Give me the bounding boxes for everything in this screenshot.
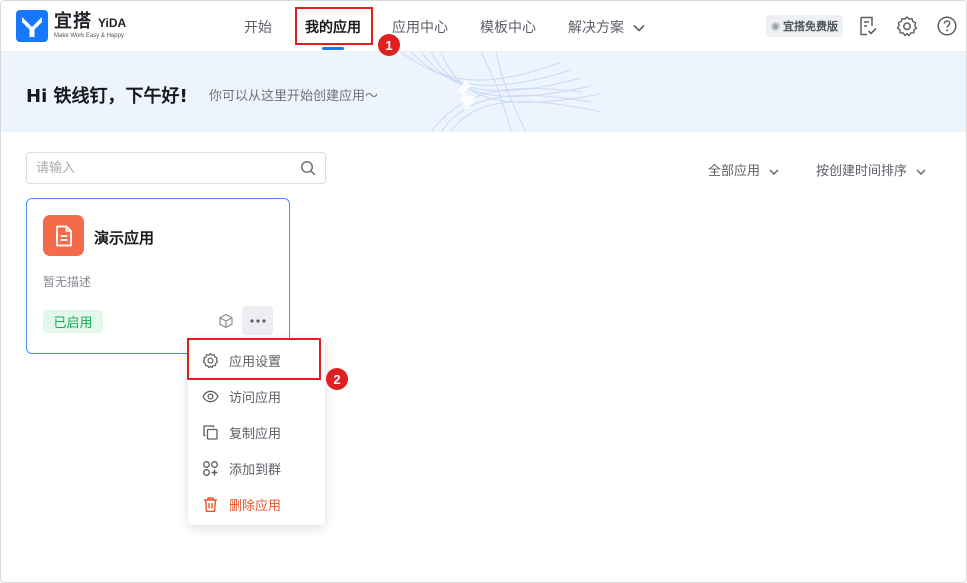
- annotation-badge-1: 1: [378, 34, 400, 56]
- document-icon: [55, 225, 72, 246]
- app-filter-dropdown[interactable]: 全部应用: [708, 160, 780, 179]
- nav-solutions-label: 解决方案: [568, 20, 624, 36]
- chevron-down-icon: [769, 169, 779, 175]
- badge-dot-icon: [771, 21, 780, 31]
- highlight-box-app-settings: [187, 338, 321, 380]
- app-description: 暂无描述: [43, 275, 92, 289]
- app-name[interactable]: 演示应用: [94, 227, 154, 248]
- menu-item-delete-app[interactable]: 删除应用: [188, 486, 325, 522]
- more-actions-button[interactable]: [242, 306, 273, 335]
- free-edition-label: 宜搭免费版: [783, 20, 838, 33]
- brand-name-cn: 宜搭: [54, 11, 92, 32]
- menu-item-label: 删除应用: [229, 498, 282, 514]
- menu-item-add-to-group[interactable]: 添加到群: [188, 450, 325, 486]
- app-search-box[interactable]: [26, 152, 326, 184]
- nav-solutions[interactable]: 解决方案: [568, 17, 646, 37]
- brand-slogan: Make Work Easy & Happy: [54, 33, 124, 39]
- search-icon[interactable]: [300, 160, 316, 176]
- cube-icon[interactable]: [218, 313, 234, 329]
- eye-icon: [202, 390, 219, 402]
- todo-check-icon[interactable]: [857, 15, 879, 37]
- menu-item-label: 复制应用: [229, 426, 282, 442]
- free-edition-badge[interactable]: 宜搭免费版: [766, 15, 843, 37]
- app-filter-label: 全部应用: [708, 164, 761, 179]
- menu-item-copy-app[interactable]: 复制应用: [188, 414, 325, 450]
- chevron-down-icon: [916, 169, 926, 175]
- trash-icon: [204, 496, 217, 512]
- sort-dropdown[interactable]: 按创建时间排序: [816, 160, 927, 179]
- nav-start[interactable]: 开始: [244, 17, 272, 37]
- more-dots-icon: [249, 318, 266, 323]
- sort-label: 按创建时间排序: [816, 164, 908, 179]
- status-badge: 已启用: [43, 310, 103, 333]
- group-add-icon: [203, 460, 218, 476]
- menu-item-visit-app[interactable]: 访问应用: [188, 378, 325, 414]
- copy-icon: [203, 424, 218, 440]
- chevron-down-icon: [633, 24, 646, 32]
- banner-decoration-icon: [400, 52, 601, 132]
- brand-name-en: YiDA: [98, 16, 127, 30]
- greeting-title: Hi 铁线钉，下午好!: [26, 86, 188, 107]
- app-window: 宜搭 YiDA Make Work Easy & Happy 开始 我的应用 应…: [0, 0, 967, 583]
- nav-template-center[interactable]: 模板中心: [480, 17, 536, 37]
- brand-logo[interactable]: 宜搭 YiDA Make Work Easy & Happy: [16, 10, 126, 42]
- help-icon[interactable]: [936, 15, 958, 37]
- highlight-box-my-apps: [295, 7, 373, 45]
- gear-icon[interactable]: [896, 15, 918, 37]
- yida-logo-icon: [16, 10, 48, 42]
- menu-item-label: 访问应用: [229, 390, 282, 406]
- top-navbar: 宜搭 YiDA Make Work Easy & Happy 开始 我的应用 应…: [1, 1, 966, 52]
- menu-item-label: 添加到群: [229, 462, 282, 478]
- app-card[interactable]: 演示应用 暂无描述 已启用: [26, 198, 290, 354]
- annotation-badge-2: 2: [326, 368, 348, 390]
- search-input[interactable]: [36, 153, 296, 183]
- greeting-subtitle: 你可以从这里开始创建应用～: [209, 89, 379, 104]
- nav-active-indicator: [322, 47, 344, 50]
- nav-app-center[interactable]: 应用中心: [392, 17, 448, 37]
- app-icon: [43, 215, 84, 256]
- welcome-banner: Hi 铁线钉，下午好! 你可以从这里开始创建应用～: [1, 52, 966, 132]
